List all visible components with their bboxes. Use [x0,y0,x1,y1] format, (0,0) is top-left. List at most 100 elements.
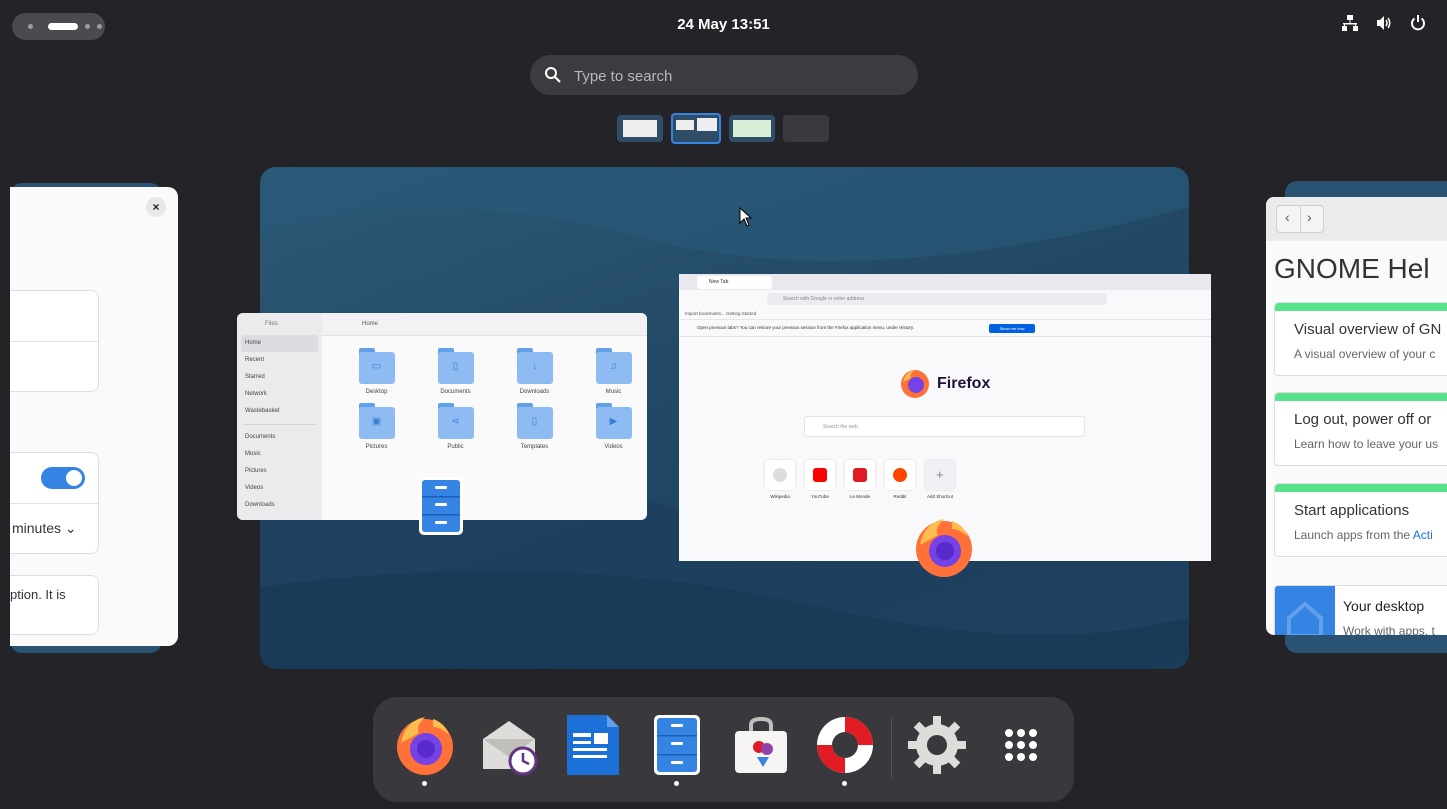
top-sites: Wikipedia YouTube Le Monde Reddit + Add S… [764,460,956,499]
sidebar-item-videos[interactable]: Videos [237,480,322,497]
sidebar-item-home[interactable]: Home [241,335,318,352]
folder-downloads[interactable]: ↓ Downloads [495,348,574,395]
firefox-logo: Firefox [899,368,990,400]
navigation-buttons: ‹ › [1276,205,1324,233]
navigation-toolbar: Search with Google or enter address [679,290,1211,308]
power-icon[interactable] [1409,14,1427,32]
search-bar[interactable] [530,55,918,95]
page-title: GNOME Hel [1274,253,1430,284]
dock-divider [891,717,892,779]
shortcut-label: Add Shortcut [926,494,953,499]
add-shortcut-button[interactable]: + Add Shortcut [924,460,956,499]
help-topic-card[interactable]: Start applications Launch apps from the … [1274,483,1447,557]
dock-firefox[interactable] [393,713,457,786]
sidebar-item-starred[interactable]: Starred [237,369,322,386]
files-app-title: Files [265,321,278,327]
sidebar-item-music[interactable]: Music [237,446,322,463]
close-icon[interactable]: × [146,197,166,217]
divider [243,424,316,425]
tab-new-tab[interactable]: New Tab [697,276,772,289]
running-indicator [842,781,847,786]
folder-music[interactable]: ♫ Music [574,348,647,395]
workspace-thumbnail-4[interactable] [783,115,829,142]
shortcut-reddit[interactable]: Reddit [884,460,916,499]
help-topic-card[interactable]: Visual overview of GN A visual overview … [1274,302,1447,376]
card-subtitle: Learn how to leave your us [1294,437,1439,451]
folder-label: Music [605,389,622,395]
dock-evolution-mail[interactable] [477,713,541,781]
dock-settings[interactable] [905,713,969,781]
sidebar-item-pictures[interactable]: Pictures [237,463,322,480]
gear-icon [908,716,966,774]
sidebar-item-documents[interactable]: Documents [237,429,322,446]
dock-help[interactable] [813,713,877,786]
folder-icon: ▯ [437,348,474,384]
card-subtitle-text: Launch apps from the [1294,528,1413,542]
shortcut-label: Le Monde [849,494,870,499]
dropdown-value[interactable]: minutes ⌄ [12,520,77,537]
dock-files[interactable] [645,713,709,786]
restore-session-notice: Open previous tabs? You can restore your… [679,320,1211,337]
shortcut-le-monde[interactable]: Le Monde [844,460,876,499]
folder-videos[interactable]: ▶ Videos [574,403,647,450]
clock[interactable]: 24 May 13:51 [0,16,1447,33]
card-accent [1275,484,1447,492]
card-subtitle: Work with apps, t [1343,624,1435,635]
dock-libreoffice-impress[interactable] [561,713,625,781]
shortcut-wikipedia[interactable]: Wikipedia [764,460,796,499]
sidebar-item-wastebasket[interactable]: Wastebasket [237,403,322,420]
folder-label: Pictures [365,444,388,450]
card-title: Log out, power off or [1294,411,1432,428]
settings-card [10,575,99,635]
settings-window[interactable]: × minutes ⌄ ption. It is [10,187,178,646]
shortcut-label: Reddit [893,494,907,499]
sidebar-item-downloads[interactable]: Downloads [237,497,322,514]
folder-label: Public [447,444,464,450]
card-title: Visual overview of GN [1294,321,1442,338]
search-icon [545,67,561,83]
folder-public[interactable]: ⋖ Public [416,403,495,450]
folder-label: Documents [440,389,471,395]
dock-software[interactable] [729,713,793,781]
web-search-input[interactable]: Search the web [804,416,1085,437]
folder-label: Desktop [365,389,388,395]
network-icon[interactable] [1341,14,1359,32]
help-topic-card[interactable]: Log out, power off or Learn how to leave… [1274,392,1447,466]
help-window[interactable]: ‹ › GNOME Hel Visual overview of GN A vi… [1266,197,1447,635]
help-topic-card[interactable]: Your desktop Work with apps, t [1274,585,1447,635]
files-header-bar: Home [322,313,647,336]
firefox-icon [397,717,453,775]
shortcut-youtube[interactable]: YouTube [804,460,836,499]
sidebar-item-network[interactable]: Network [237,386,322,403]
folder-icon: ♫ [595,348,632,384]
card-accent [1275,303,1447,311]
show-me-how-button[interactable]: Show me how [989,324,1035,333]
tab-strip: New Tab [679,274,1211,290]
activities-link[interactable]: Acti [1413,528,1433,542]
toggle-switch[interactable] [41,467,85,489]
folder-documents[interactable]: ▯ Documents [416,348,495,395]
forward-icon[interactable]: › [1307,209,1312,225]
chevron-down-icon: ⌄ [64,520,77,536]
back-icon[interactable]: ‹ [1285,209,1290,225]
folder-templates[interactable]: ▯ Templates [495,403,574,450]
workspace-thumbnail-3[interactable] [729,115,775,142]
card-accent [1275,393,1447,401]
software-bag-icon [735,716,787,773]
workspace-thumbnail-1[interactable] [617,115,663,142]
folder-icon: ↓ [516,348,553,384]
folder-pictures[interactable]: ▣ Pictures [337,403,416,450]
sidebar-item-recent[interactable]: Recent [237,352,322,369]
dock [373,697,1074,802]
folder-label: Templates [520,444,549,450]
location-bar[interactable]: Home [362,318,562,330]
system-menu[interactable] [1341,14,1427,32]
workspace-thumbnail-2[interactable] [671,113,721,144]
help-header-bar: ‹ › [1266,197,1447,241]
search-input[interactable] [572,63,896,89]
folder-desktop[interactable]: ▭ Desktop [337,348,416,395]
bookmarks-toolbar[interactable]: Import bookmarks... Getting Started [679,308,1211,320]
url-bar[interactable]: Search with Google or enter address [767,293,1107,305]
volume-icon[interactable] [1375,14,1393,32]
show-apps-button[interactable] [989,713,1053,781]
